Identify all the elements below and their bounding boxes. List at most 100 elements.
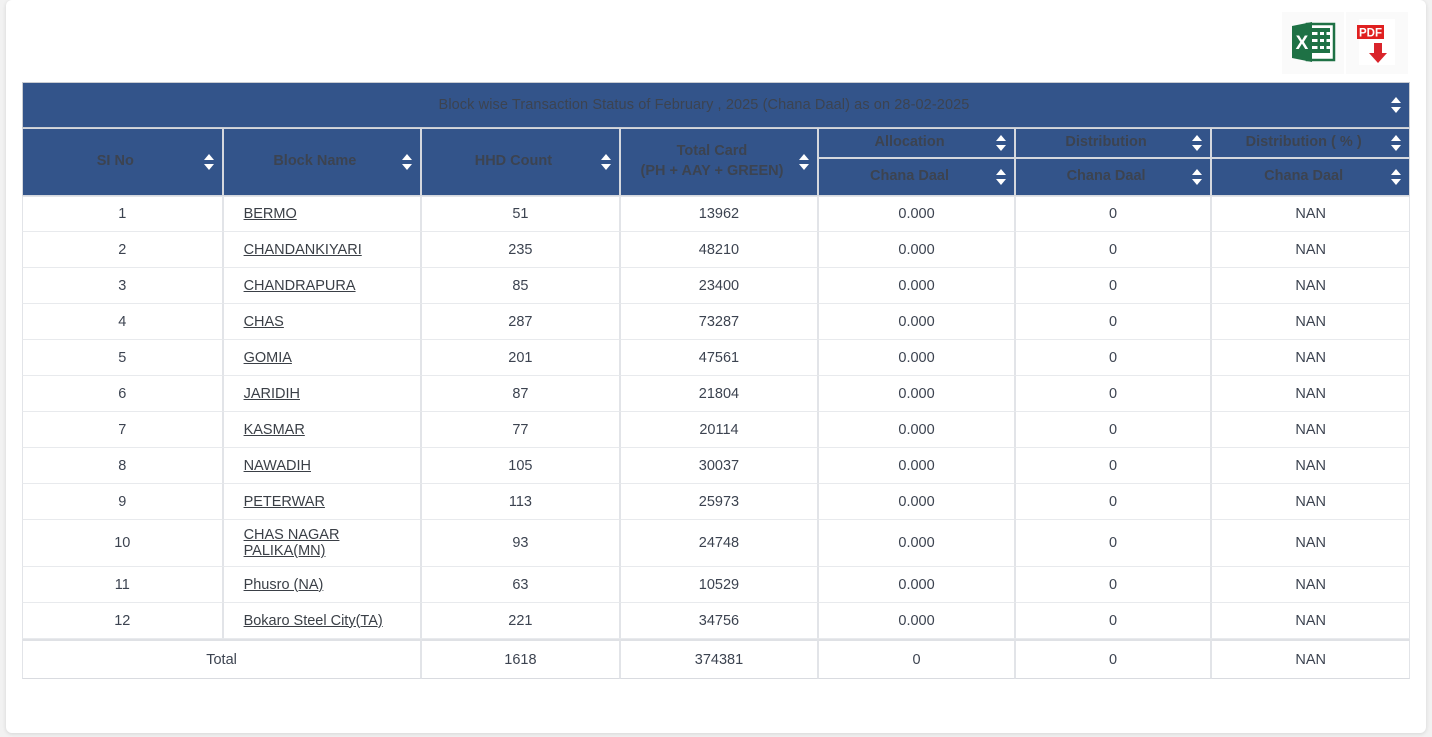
- cell-distribution-pct: NAN: [1211, 268, 1410, 304]
- sort-toggle-icon[interactable]: [995, 169, 1007, 185]
- cell-sl-no: 11: [22, 567, 223, 603]
- export-excel-button[interactable]: X: [1282, 12, 1344, 74]
- block-name-link[interactable]: Phusro (NA): [244, 577, 324, 593]
- column-header-allocation-chana-daal-label: Chana Daal: [870, 168, 950, 185]
- cell-hhd-count: 63: [421, 567, 620, 603]
- cell-total-card: 24748: [619, 520, 819, 567]
- column-header-distribution-chana-daal-label: Chana Daal: [1066, 168, 1146, 185]
- block-name-link[interactable]: BERMO: [244, 206, 297, 222]
- cell-distribution: 0: [1014, 232, 1212, 268]
- cell-total-card: 21804: [619, 376, 819, 412]
- sort-toggle-icon[interactable]: [799, 154, 810, 170]
- export-pdf-button[interactable]: PDF: [1346, 12, 1408, 74]
- table-row: 5 GOMIA 201 47561 0.000 0 NAN: [22, 340, 1410, 376]
- column-header-block-name-label: Block Name: [273, 153, 357, 170]
- cell-block-name: PETERWAR: [222, 484, 422, 520]
- table-head: Block wise Transaction Status of Februar…: [22, 82, 1410, 196]
- cell-total-hhd-count: 1618: [421, 639, 620, 679]
- table-title-text: Block wise Transaction Status of Februar…: [438, 97, 970, 113]
- cell-distribution-pct: NAN: [1211, 412, 1410, 448]
- column-header-block-name[interactable]: Block Name: [222, 128, 422, 196]
- sort-toggle-icon[interactable]: [600, 154, 612, 170]
- table-row: 4 CHAS 287 73287 0.000 0 NAN: [22, 304, 1410, 340]
- sort-toggle-icon[interactable]: [1192, 135, 1203, 151]
- cell-hhd-count: 87: [421, 376, 620, 412]
- column-header-hhd-count[interactable]: HHD Count: [421, 128, 620, 196]
- cell-allocation: 0.000: [818, 567, 1015, 603]
- block-name-link[interactable]: NAWADIH: [244, 458, 311, 474]
- column-header-sl-no[interactable]: SI No: [22, 128, 223, 196]
- cell-distribution: 0: [1014, 304, 1212, 340]
- cell-block-name: KASMAR: [222, 412, 422, 448]
- block-name-link[interactable]: CHAS NAGAR PALIKA(MN): [244, 527, 340, 559]
- column-header-allocation-chana-daal[interactable]: Chana Daal: [818, 158, 1015, 196]
- cell-total-allocation: 0: [818, 639, 1015, 679]
- cell-block-name: CHAS NAGAR PALIKA(MN): [222, 520, 422, 567]
- sort-toggle-icon[interactable]: [1192, 169, 1203, 185]
- column-header-total-card-label: Total Card: [676, 143, 748, 160]
- sort-toggle-icon[interactable]: [1391, 97, 1402, 113]
- cell-block-name: Phusro (NA): [222, 567, 422, 603]
- table-title[interactable]: Block wise Transaction Status of Februar…: [22, 82, 1410, 128]
- block-name-link[interactable]: CHANDANKIYARI: [244, 242, 362, 258]
- cell-sl-no: 8: [22, 448, 223, 484]
- cell-sl-no: 9: [22, 484, 223, 520]
- block-name-link[interactable]: GOMIA: [244, 350, 292, 366]
- cell-total-card: 23400: [619, 268, 819, 304]
- table-row: 11 Phusro (NA) 63 10529 0.000 0 NAN: [22, 567, 1410, 603]
- sort-toggle-icon[interactable]: [203, 154, 215, 170]
- column-header-distribution-chana-daal[interactable]: Chana Daal: [1014, 158, 1212, 196]
- cell-total-distribution-pct: NAN: [1211, 639, 1410, 679]
- pdf-icon: PDF: [1356, 17, 1398, 70]
- column-header-allocation[interactable]: Allocation: [818, 128, 1015, 158]
- cell-block-name: BERMO: [222, 196, 422, 232]
- column-header-distribution-pct-chana-daal[interactable]: Chana Daal: [1211, 158, 1410, 196]
- sort-toggle-icon[interactable]: [1391, 135, 1402, 151]
- cell-block-name: CHANDRAPURA: [222, 268, 422, 304]
- report-table-container: Block wise Transaction Status of Februar…: [22, 82, 1410, 679]
- cell-distribution-pct: NAN: [1211, 484, 1410, 520]
- cell-allocation: 0.000: [818, 196, 1015, 232]
- cell-distribution-pct: NAN: [1211, 520, 1410, 567]
- cell-distribution: 0: [1014, 567, 1212, 603]
- cell-allocation: 0.000: [818, 268, 1015, 304]
- block-name-link[interactable]: CHANDRAPURA: [244, 278, 356, 294]
- report-card: X PDF Block wise Transaction Status of F…: [6, 0, 1426, 733]
- cell-distribution: 0: [1014, 484, 1212, 520]
- cell-hhd-count: 77: [421, 412, 620, 448]
- block-name-link[interactable]: CHAS: [244, 314, 284, 330]
- cell-hhd-count: 113: [421, 484, 620, 520]
- cell-sl-no: 12: [22, 603, 223, 639]
- sort-toggle-icon[interactable]: [402, 154, 413, 170]
- cell-hhd-count: 235: [421, 232, 620, 268]
- cell-distribution: 0: [1014, 376, 1212, 412]
- column-header-hhd-count-label: HHD Count: [474, 153, 553, 170]
- column-header-distribution-pct[interactable]: Distribution ( % ): [1211, 128, 1410, 158]
- cell-allocation: 0.000: [818, 376, 1015, 412]
- block-name-link[interactable]: JARIDIH: [244, 386, 300, 402]
- sort-toggle-icon[interactable]: [995, 135, 1007, 151]
- column-header-total-card-sublabel: (PH + AAY + GREEN): [640, 163, 784, 179]
- column-header-sl-no-label: SI No: [96, 153, 134, 170]
- column-header-distribution[interactable]: Distribution: [1014, 128, 1212, 158]
- table-row: 7 KASMAR 77 20114 0.000 0 NAN: [22, 412, 1410, 448]
- cell-sl-no: 7: [22, 412, 223, 448]
- sort-toggle-icon[interactable]: [1391, 169, 1402, 185]
- cell-block-name: CHANDANKIYARI: [222, 232, 422, 268]
- block-name-link[interactable]: Bokaro Steel City(TA): [244, 613, 383, 629]
- cell-total-card: 25973: [619, 484, 819, 520]
- cell-block-name: GOMIA: [222, 340, 422, 376]
- cell-distribution-pct: NAN: [1211, 567, 1410, 603]
- cell-allocation: 0.000: [818, 448, 1015, 484]
- table-row: 12 Bokaro Steel City(TA) 221 34756 0.000 0 NAN: [22, 603, 1410, 639]
- table-row: 3 CHANDRAPURA 85 23400 0.000 0 NAN: [22, 268, 1410, 304]
- table-row: 6 JARIDIH 87 21804 0.000 0 NAN: [22, 376, 1410, 412]
- block-name-link[interactable]: KASMAR: [244, 422, 305, 438]
- cell-block-name: CHAS: [222, 304, 422, 340]
- cell-total-distribution: 0: [1014, 639, 1212, 679]
- cell-total-card: 20114: [619, 412, 819, 448]
- cell-hhd-count: 85: [421, 268, 620, 304]
- column-header-total-card[interactable]: Total Card (PH + AAY + GREEN): [619, 128, 819, 196]
- block-name-link[interactable]: PETERWAR: [244, 494, 325, 510]
- cell-distribution: 0: [1014, 340, 1212, 376]
